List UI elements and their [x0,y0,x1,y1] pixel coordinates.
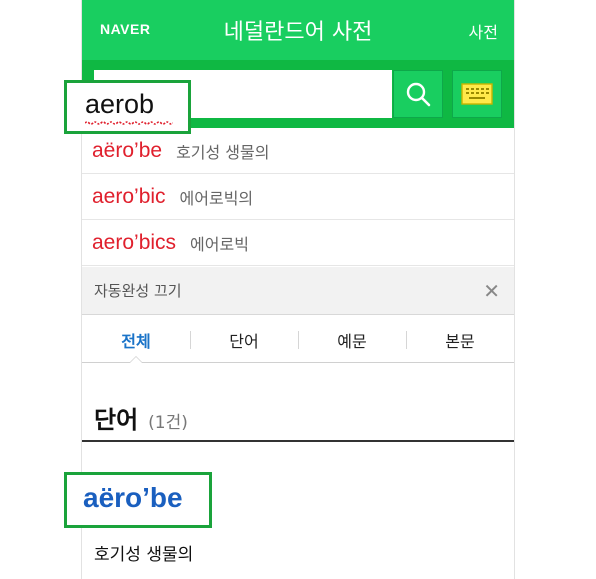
dictionary-home-link[interactable]: 사전 [469,19,498,43]
page-title: 네덜란드어 사전 [223,20,373,45]
keyboard-icon [461,83,493,105]
entry-word-highlight: aëro’be [64,472,212,528]
result-tabs: 전체 단어 예문 본문 [82,317,514,363]
autocomplete-item[interactable]: aëro’be 호기성 생물의 [82,128,514,174]
tab-words[interactable]: 단어 [190,317,298,362]
tab-all[interactable]: 전체 [82,317,190,363]
tab-text[interactable]: 본문 [406,317,514,362]
autocomplete-meaning: 에어로빅 [190,234,249,254]
active-tab-indicator [129,356,143,363]
search-query-highlight: aerob [64,80,191,134]
autocomplete-meaning: 에어로빅의 [179,188,254,208]
keyboard-button[interactable] [452,70,502,118]
result-count: (1건) [148,413,188,433]
entry-meaning: 호기성 생물의 [94,545,194,565]
search-button[interactable] [393,70,443,118]
autocomplete-word: aëro’be [92,138,163,162]
autocomplete-item[interactable]: aero’bics 에어로빅 [82,220,514,266]
section-divider [82,440,514,442]
search-icon [406,82,431,107]
tab-label: 예문 [337,331,367,351]
section-title: 단어 [94,406,139,434]
entry-word-highlight-text[interactable]: aëro’be [83,482,183,514]
autocomplete-meaning: 호기성 생물의 [176,142,270,162]
tab-label: 전체 [121,331,151,351]
autocomplete-item[interactable]: aero’bic 에어로빅의 [82,174,514,220]
search-query-text: aerob [85,89,155,119]
autocomplete-word: aero’bics [92,230,177,254]
app-header: NAVER 네덜란드어 사전 사전 [82,0,514,60]
autocomplete-off-button[interactable]: 자동완성 끄기 [94,280,182,301]
autocomplete-word: aero’bic [92,184,166,208]
section-header: 단어 (1건) [94,400,188,435]
close-icon[interactable]: ✕ [483,279,500,303]
spellcheck-underline [85,121,173,125]
tab-examples[interactable]: 예문 [298,317,406,362]
autocomplete-footer: 자동완성 끄기 ✕ [82,267,514,315]
tab-label: 본문 [445,331,475,351]
tab-label: 단어 [229,331,259,351]
